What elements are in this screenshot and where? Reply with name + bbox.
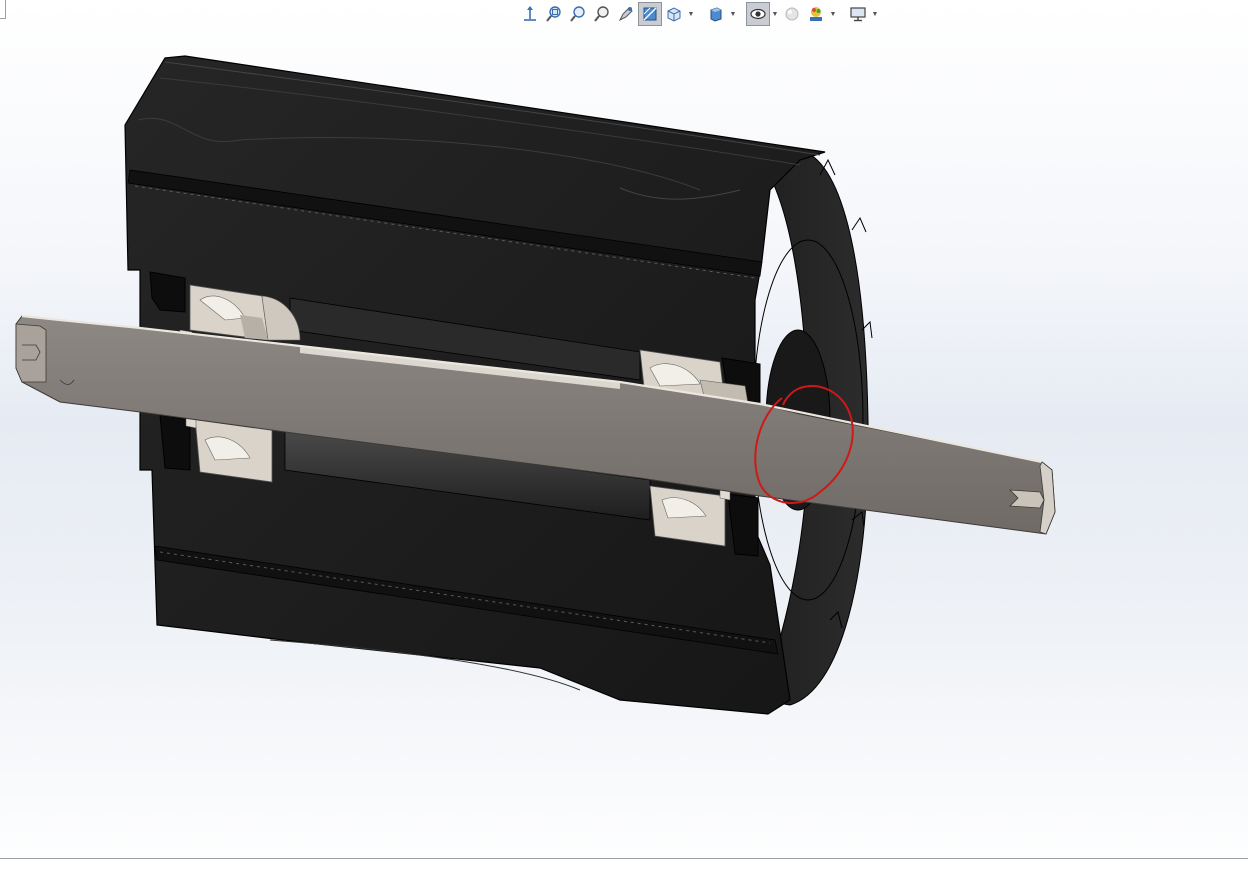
graphics-area[interactable] <box>0 0 1248 858</box>
status-strip <box>0 858 1248 879</box>
